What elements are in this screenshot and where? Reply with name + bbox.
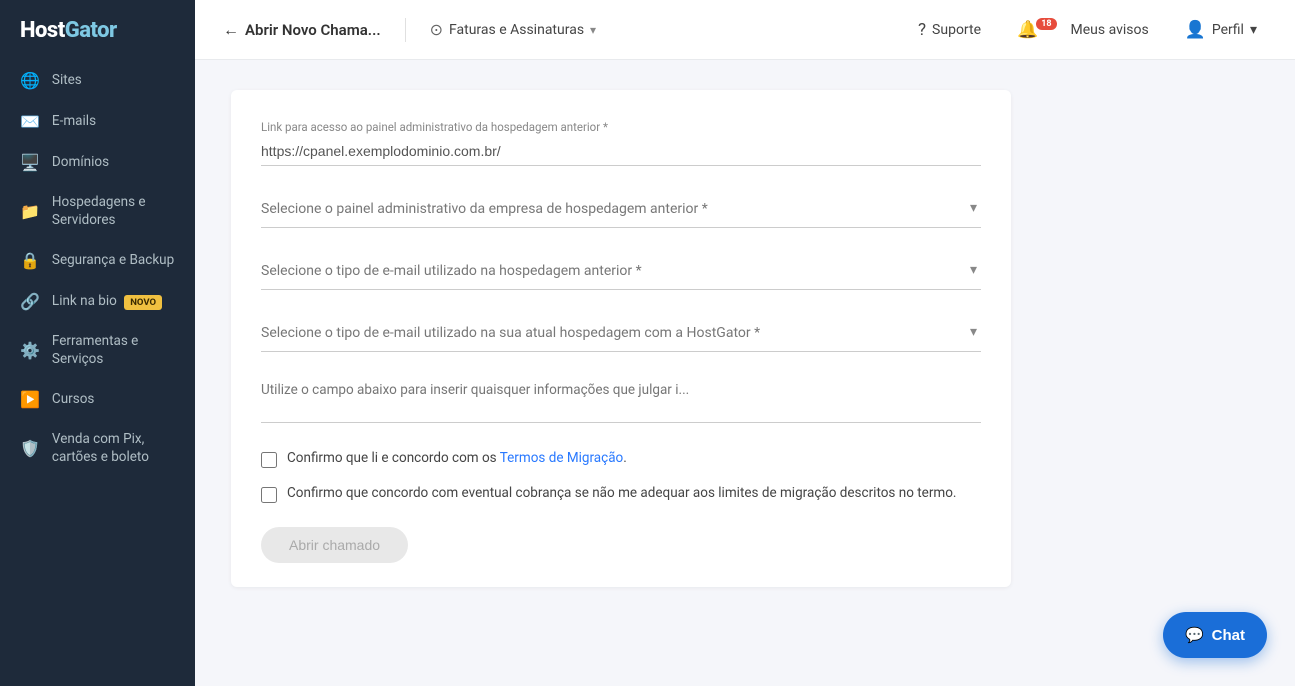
form-container: Link para acesso ao painel administrativ… (231, 90, 1011, 587)
checkbox1-group: Confirmo que li e concordo com os Termos… (261, 449, 981, 468)
sidebar-item-label: Hospedagens e Servidores (52, 194, 175, 229)
back-button[interactable]: ← Abrir Novo Chama... (223, 20, 381, 40)
profile-icon: 👤 (1185, 20, 1206, 40)
sidebar-item-label: Link na bio NOVO (52, 293, 175, 311)
back-arrow-icon: ← (223, 20, 239, 40)
seguranca-icon: 🔒 (20, 251, 40, 270)
link-bio-icon: 🔗 (20, 292, 40, 311)
topbar-separator (405, 18, 406, 42)
chat-button[interactable]: 💬 Chat (1163, 612, 1267, 658)
sidebar-item-sites[interactable]: 🌐 Sites (0, 61, 195, 100)
select-email-curr-label: Selecione o tipo de e-mail utilizado na … (261, 325, 760, 341)
faturas-section[interactable]: ⊙ Faturas e Assinaturas ▾ (430, 20, 596, 39)
sidebar-nav: 🌐 Sites ✉️ E-mails 🖥️ Domínios 📁 Hospeda… (0, 57, 195, 480)
select-email-prev-group: Selecione o tipo de e-mail utilizado na … (261, 250, 981, 290)
page-title: Abrir Novo Chama... (245, 21, 381, 39)
select-email-prev-chevron-icon: ▾ (970, 262, 977, 278)
dominios-icon: 🖥️ (20, 153, 40, 172)
profile-button[interactable]: 👤 Perfil ▾ (1175, 14, 1267, 46)
select-email-curr-chevron-icon: ▾ (970, 324, 977, 340)
sidebar: HostGator 🌐 Sites ✉️ E-mails 🖥️ Domínios… (0, 0, 195, 686)
faturas-icon: ⊙ (430, 20, 443, 39)
cursos-icon: ▶️ (20, 390, 40, 409)
support-label: Suporte (932, 22, 981, 38)
novo-badge: NOVO (124, 295, 162, 310)
checkbox2-group: Confirmo que concordo com eventual cobra… (261, 484, 981, 503)
select-panel-chevron-icon: ▾ (970, 200, 977, 216)
select-email-curr-group: Selecione o tipo de e-mail utilizado na … (261, 312, 981, 352)
notes-group (261, 374, 981, 427)
chat-icon: 💬 (1185, 626, 1204, 644)
email-icon: ✉️ (20, 112, 40, 131)
checkbox2-input[interactable] (261, 487, 277, 503)
sidebar-item-label: Venda com Pix, cartões e boleto (52, 431, 175, 466)
pix-icon: 🛡️ (20, 439, 40, 458)
chevron-down-icon: ▾ (590, 23, 596, 37)
select-email-prev-dropdown[interactable]: Selecione o tipo de e-mail utilizado na … (261, 250, 981, 290)
support-icon: ? (918, 20, 926, 40)
sidebar-item-hospedagens[interactable]: 📁 Hospedagens e Servidores (0, 184, 195, 239)
bell-icon: 🔔 (1017, 20, 1038, 40)
ferramentas-icon: ⚙️ (20, 341, 40, 360)
sidebar-item-link-bio[interactable]: 🔗 Link na bio NOVO (0, 282, 195, 321)
select-panel-group: Selecione o painel administrativo da emp… (261, 188, 981, 228)
sidebar-item-label: Cursos (52, 391, 175, 409)
notifications-badge: 18 (1036, 18, 1056, 30)
hospedagens-icon: 📁 (20, 202, 40, 221)
checkbox1-input[interactable] (261, 452, 277, 468)
sidebar-item-seguranca[interactable]: 🔒 Segurança e Backup (0, 241, 195, 280)
sidebar-item-label: E-mails (52, 113, 175, 131)
select-panel-label: Selecione o painel administrativo da emp… (261, 201, 708, 217)
logo: HostGator (0, 0, 195, 57)
sites-icon: 🌐 (20, 71, 40, 90)
admin-link-label: Link para acesso ao painel administrativ… (261, 120, 981, 134)
sidebar-item-label: Segurança e Backup (52, 252, 175, 270)
checkbox2-label: Confirmo que concordo com eventual cobra… (287, 484, 957, 503)
sidebar-item-cursos[interactable]: ▶️ Cursos (0, 380, 195, 419)
faturas-label: Faturas e Assinaturas (449, 22, 584, 38)
profile-chevron-icon: ▾ (1250, 22, 1257, 38)
select-email-curr-dropdown[interactable]: Selecione o tipo de e-mail utilizado na … (261, 312, 981, 352)
select-panel-dropdown[interactable]: Selecione o painel administrativo da emp… (261, 188, 981, 228)
notifications-label: Meus avisos (1071, 22, 1149, 38)
checkbox1-label: Confirmo que li e concordo com os Termos… (287, 449, 627, 468)
submit-button[interactable]: Abrir chamado (261, 527, 408, 563)
admin-link-group: Link para acesso ao painel administrativ… (261, 120, 981, 166)
support-button[interactable]: ? Suporte (908, 14, 991, 46)
main-content: ← Abrir Novo Chama... ⊙ Faturas e Assina… (195, 0, 1295, 686)
sidebar-item-pix[interactable]: 🛡️ Venda com Pix, cartões e boleto (0, 421, 195, 476)
select-email-prev-label: Selecione o tipo de e-mail utilizado na … (261, 263, 642, 279)
topbar: ← Abrir Novo Chama... ⊙ Faturas e Assina… (195, 0, 1295, 60)
profile-label: Perfil (1212, 22, 1244, 38)
sidebar-item-label: Ferramentas e Serviços (52, 333, 175, 368)
sidebar-item-label: Sites (52, 72, 175, 90)
termos-link[interactable]: Termos de Migração (500, 450, 624, 466)
admin-link-input[interactable] (261, 137, 981, 166)
sidebar-item-dominios[interactable]: 🖥️ Domínios (0, 143, 195, 182)
notes-textarea[interactable] (261, 374, 981, 423)
sidebar-item-ferramentas[interactable]: ⚙️ Ferramentas e Serviços (0, 323, 195, 378)
chat-label: Chat (1212, 627, 1245, 644)
sidebar-item-emails[interactable]: ✉️ E-mails (0, 102, 195, 141)
notifications-button[interactable]: 🔔 18 Meus avisos (1007, 14, 1159, 46)
content-area: Link para acesso ao painel administrativ… (195, 60, 1295, 686)
sidebar-item-label: Domínios (52, 154, 175, 172)
